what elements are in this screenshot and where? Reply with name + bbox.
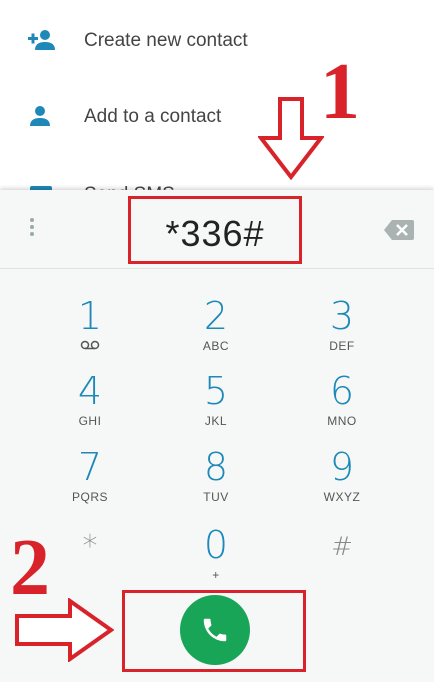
contact-options-list: Create new contact Add to a contact Send… bbox=[0, 0, 434, 192]
key-7-number: 7 bbox=[77, 445, 103, 489]
key-6-number: 6 bbox=[329, 369, 355, 413]
annotation-arrow-down-icon bbox=[258, 97, 324, 180]
add-person-icon bbox=[28, 30, 55, 50]
key-hash[interactable]: # bbox=[292, 526, 392, 596]
overflow-menu-icon[interactable] bbox=[28, 218, 36, 242]
create-new-contact-item[interactable]: Create new contact bbox=[0, 6, 434, 66]
key-8-number: 8 bbox=[203, 445, 229, 489]
key-9-letters: WXYZ bbox=[323, 490, 361, 504]
key-0[interactable]: 0 + bbox=[166, 524, 266, 594]
key-9-number: 9 bbox=[329, 445, 355, 489]
key-star[interactable]: * bbox=[40, 526, 140, 596]
key-2-letters: ABC bbox=[202, 339, 230, 353]
annotation-highlight-digits: *336# bbox=[128, 196, 302, 264]
key-2-number: 2 bbox=[203, 294, 229, 338]
key-hash-symbol: # bbox=[331, 532, 353, 562]
key-7[interactable]: 7 PQRS bbox=[40, 446, 140, 516]
key-0-plus: + bbox=[212, 568, 220, 582]
create-new-contact-label: Create new contact bbox=[84, 30, 248, 51]
divider bbox=[0, 268, 434, 269]
key-star-symbol: * bbox=[82, 529, 98, 564]
key-9[interactable]: 9 WXYZ bbox=[292, 446, 392, 516]
voicemail-icon bbox=[80, 340, 100, 350]
key-4[interactable]: 4 GHI bbox=[40, 370, 140, 440]
key-1-number: 1 bbox=[77, 294, 103, 338]
key-7-letters: PQRS bbox=[71, 490, 108, 504]
annotation-step-2: 2 bbox=[10, 524, 50, 612]
person-icon bbox=[30, 106, 50, 126]
dialed-digits[interactable]: *336# bbox=[131, 213, 299, 255]
send-sms-item[interactable]: Send SMS bbox=[0, 160, 434, 192]
key-8[interactable]: 8 TUV bbox=[166, 446, 266, 516]
key-4-letters: GHI bbox=[78, 414, 102, 428]
add-to-contact-label: Add to a contact bbox=[84, 106, 222, 127]
phone-icon bbox=[203, 618, 227, 642]
call-button[interactable] bbox=[180, 595, 250, 665]
key-5-letters: JKL bbox=[204, 414, 228, 428]
digits-row: *336# bbox=[0, 190, 434, 268]
key-3[interactable]: 3 DEF bbox=[292, 295, 392, 365]
key-5-number: 5 bbox=[203, 369, 229, 413]
key-4-number: 4 bbox=[77, 369, 103, 413]
annotation-step-1: 1 bbox=[320, 48, 360, 136]
key-1[interactable]: 1 bbox=[40, 295, 140, 365]
key-6-letters: MNO bbox=[327, 414, 357, 428]
key-2[interactable]: 2 ABC bbox=[166, 295, 266, 365]
key-5[interactable]: 5 JKL bbox=[166, 370, 266, 440]
key-3-number: 3 bbox=[329, 294, 355, 338]
key-8-letters: TUV bbox=[203, 490, 229, 504]
key-3-letters: DEF bbox=[329, 339, 355, 353]
key-0-number: 0 bbox=[203, 523, 229, 567]
backspace-icon[interactable] bbox=[384, 220, 414, 240]
add-to-contact-item[interactable]: Add to a contact bbox=[0, 82, 434, 142]
annotation-arrow-right-icon bbox=[15, 598, 114, 662]
key-6[interactable]: 6 MNO bbox=[292, 370, 392, 440]
